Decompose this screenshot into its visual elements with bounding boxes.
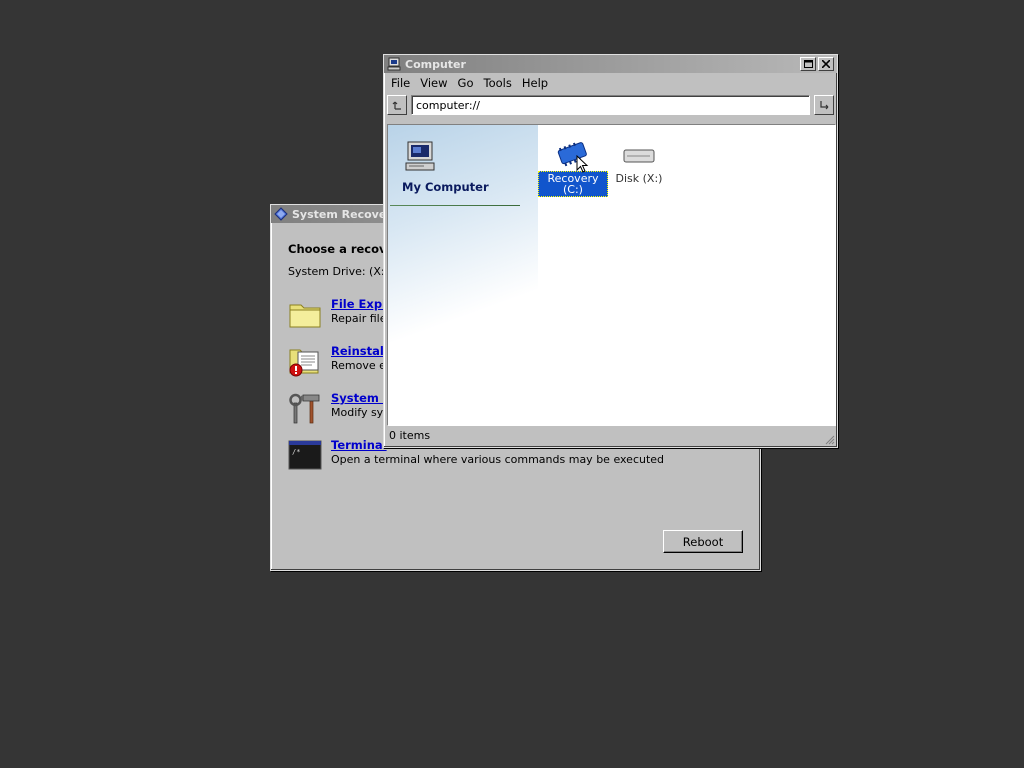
drive-recovery-label: Recovery (C:) xyxy=(538,171,608,197)
terminal-desc: Open a terminal where various commands m… xyxy=(331,453,665,466)
close-icon xyxy=(822,60,830,68)
maximize-icon xyxy=(803,60,813,68)
my-computer-icon xyxy=(405,141,435,171)
mouse-cursor-icon xyxy=(576,155,589,173)
computer-titlebar[interactable]: Computer xyxy=(384,55,837,73)
menubar: File View Go Tools Help xyxy=(384,73,837,93)
terminal-icon: /* xyxy=(288,440,322,470)
side-panel-divider xyxy=(390,205,520,206)
status-bar: 0 items xyxy=(387,427,834,443)
system-tools-link[interactable]: System F xyxy=(331,391,391,405)
recovery-diamond-icon xyxy=(274,207,288,221)
go-button[interactable] xyxy=(814,95,834,115)
folder-icon xyxy=(289,304,321,328)
drive-disk-label: Disk (X:) xyxy=(615,172,663,185)
option-system-tools: System F Modify sys xyxy=(288,391,391,425)
menu-tools[interactable]: Tools xyxy=(480,76,518,90)
up-arrow-icon xyxy=(392,101,401,110)
drive-disk[interactable]: Disk (X:) xyxy=(613,145,665,185)
desktop: { "recovery_window": { "title": "System … xyxy=(0,0,1024,768)
maximize-button[interactable] xyxy=(800,57,816,71)
address-input[interactable]: computer:// xyxy=(411,95,810,115)
go-arrow-icon xyxy=(820,101,829,110)
side-panel: My Computer xyxy=(388,125,538,425)
resize-grip-icon[interactable] xyxy=(825,435,835,445)
svg-text:/*: /* xyxy=(292,448,300,456)
drive-recovery[interactable]: Recovery (C:) xyxy=(538,140,608,197)
menu-help[interactable]: Help xyxy=(518,76,554,90)
reboot-button[interactable]: Reboot xyxy=(663,530,743,553)
tools-icon xyxy=(289,393,320,424)
status-text: 0 items xyxy=(389,428,431,442)
computer-title: Computer xyxy=(405,57,466,71)
option-reinstall: Reinstall Remove ev xyxy=(288,344,392,378)
address-row: computer:// xyxy=(384,93,837,117)
side-panel-title: My Computer xyxy=(402,180,489,194)
disk-drive-icon xyxy=(623,149,655,163)
computer-icon xyxy=(387,57,401,71)
menu-view[interactable]: View xyxy=(416,76,453,90)
file-view[interactable]: My Computer Recovery (C:) Disk (X:) xyxy=(387,124,836,426)
system-tools-desc: Modify sys xyxy=(331,406,389,419)
menu-go[interactable]: Go xyxy=(454,76,480,90)
up-button[interactable] xyxy=(387,95,407,115)
reinstall-icon xyxy=(289,349,319,377)
menu-file[interactable]: File xyxy=(387,76,416,90)
close-button[interactable] xyxy=(818,57,834,71)
computer-window: Computer File View Go Tools Help compute… xyxy=(383,54,838,448)
